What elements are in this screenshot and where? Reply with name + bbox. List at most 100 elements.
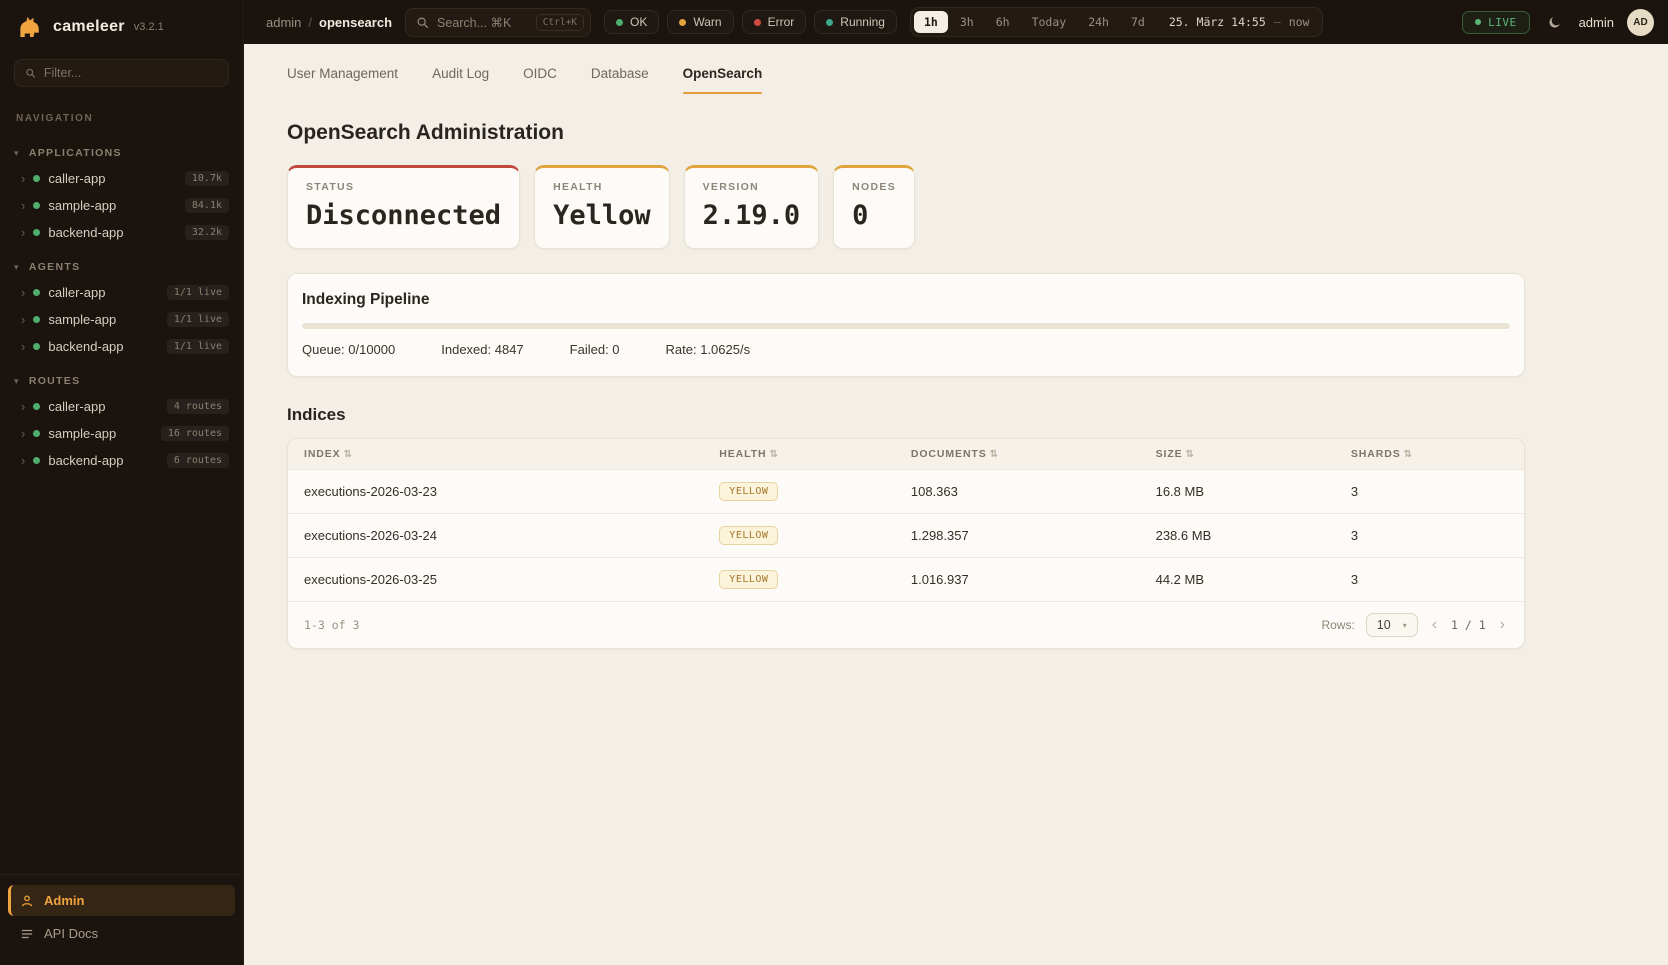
table-row[interactable]: executions-2026-03-23 YELLOW 108.363 16.…: [288, 470, 1524, 514]
section-title-applications[interactable]: ▾ APPLICATIONS: [0, 140, 243, 165]
tab-user-management[interactable]: User Management: [287, 66, 398, 83]
sidebar-item-label: API Docs: [44, 926, 98, 941]
cell-index: executions-2026-03-24: [288, 514, 703, 558]
filter-pill-ok[interactable]: OK: [604, 10, 659, 34]
status-dot-icon: [33, 430, 40, 437]
sidebar-item-api-docs[interactable]: API Docs: [8, 918, 235, 949]
live-label: LIVE: [1488, 16, 1517, 29]
tab-bar: User Management Audit Log OIDC Database …: [281, 64, 1525, 94]
pipeline-title: Indexing Pipeline: [302, 291, 1510, 309]
section-title-routes[interactable]: ▾ ROUTES: [0, 368, 243, 393]
column-header-health[interactable]: HEALTH⇅: [703, 439, 895, 470]
date-range-display[interactable]: 25. März 14:55 — now: [1169, 15, 1310, 29]
dark-mode-toggle[interactable]: [1543, 11, 1566, 34]
column-header-index[interactable]: INDEX⇅: [288, 439, 703, 470]
indices-table-card: INDEX⇅ HEALTH⇅ DOCUMENTS⇅ SIZE⇅ SHARDS⇅: [287, 438, 1525, 649]
nav-item-badge: 6 routes: [167, 453, 229, 468]
filter-pill-error[interactable]: Error: [742, 10, 807, 34]
column-header-documents[interactable]: DOCUMENTS⇅: [895, 439, 1140, 470]
cell-size: 16.8 MB: [1140, 470, 1335, 514]
sidebar-item-route-caller-app[interactable]: › caller-app 4 routes: [0, 393, 243, 420]
tab-opensearch[interactable]: OpenSearch: [683, 66, 763, 83]
caret-down-icon: ▾: [1403, 621, 1407, 630]
main-content: User Management Audit Log OIDC Database …: [244, 44, 1668, 965]
cell-shards: 3: [1335, 558, 1524, 602]
section-title-label: APPLICATIONS: [29, 147, 122, 159]
tab-oidc[interactable]: OIDC: [523, 66, 557, 83]
breadcrumb-separator: /: [308, 15, 312, 30]
nav-item-badge: 16 routes: [161, 426, 229, 441]
sort-icon: ⇅: [344, 449, 353, 460]
search-icon: [25, 67, 36, 79]
stat-card-health: HEALTH Yellow: [534, 165, 670, 249]
section-routes: ▾ ROUTES › caller-app 4 routes › sample-…: [0, 368, 243, 474]
sidebar-item-caller-app[interactable]: › caller-app 10.7k: [0, 165, 243, 192]
indices-table: INDEX⇅ HEALTH⇅ DOCUMENTS⇅ SIZE⇅ SHARDS⇅: [288, 439, 1524, 601]
time-range-1h[interactable]: 1h: [914, 11, 948, 33]
time-range-6h[interactable]: 6h: [986, 11, 1020, 33]
breadcrumb-parent[interactable]: admin: [266, 15, 301, 30]
breadcrumb: admin / opensearch: [266, 15, 392, 30]
table-header-row: INDEX⇅ HEALTH⇅ DOCUMENTS⇅ SIZE⇅ SHARDS⇅: [288, 439, 1524, 470]
sidebar-item-agent-backend-app[interactable]: › backend-app 1/1 live: [0, 333, 243, 360]
search-placeholder: Search... ⌘K: [437, 15, 511, 30]
active-tab-underline: [683, 92, 763, 94]
filter-pill-warn[interactable]: Warn: [667, 10, 733, 34]
nav-item-label: sample-app: [48, 426, 116, 441]
cell-index: executions-2026-03-23: [288, 470, 703, 514]
search-shortcut-badge: Ctrl+K: [536, 14, 584, 31]
section-title-agents[interactable]: ▾ AGENTS: [0, 254, 243, 279]
sidebar-item-agent-caller-app[interactable]: › caller-app 1/1 live: [0, 279, 243, 306]
table-row[interactable]: executions-2026-03-25 YELLOW 1.016.937 4…: [288, 558, 1524, 602]
time-range-24h[interactable]: 24h: [1078, 11, 1119, 33]
user-name[interactable]: admin: [1579, 15, 1614, 30]
column-header-shards[interactable]: SHARDS⇅: [1335, 439, 1524, 470]
sidebar-item-route-sample-app[interactable]: › sample-app 16 routes: [0, 420, 243, 447]
logo[interactable]: cameleer v3.2.1: [0, 0, 243, 45]
filter-pill-running[interactable]: Running: [814, 10, 897, 34]
next-page-button[interactable]: ›: [1497, 617, 1508, 633]
nav-item-label: backend-app: [48, 339, 123, 354]
status-dot-icon: [33, 403, 40, 410]
main-column: admin / opensearch Search... ⌘K Ctrl+K O…: [244, 0, 1668, 965]
sort-icon: ⇅: [990, 449, 999, 460]
sidebar-filter[interactable]: [14, 59, 229, 87]
global-search[interactable]: Search... ⌘K Ctrl+K: [405, 8, 591, 37]
sidebar-item-sample-app[interactable]: › sample-app 84.1k: [0, 192, 243, 219]
table-row[interactable]: executions-2026-03-24 YELLOW 1.298.357 2…: [288, 514, 1524, 558]
indices-title: Indices: [287, 405, 1525, 425]
sidebar-item-agent-sample-app[interactable]: › sample-app 1/1 live: [0, 306, 243, 333]
status-dot-icon: [826, 19, 833, 26]
section-title-label: ROUTES: [29, 375, 81, 387]
time-range-3h[interactable]: 3h: [950, 11, 984, 33]
nav-item-label: caller-app: [48, 285, 105, 300]
filter-input[interactable]: [44, 66, 218, 80]
sidebar-item-backend-app[interactable]: › backend-app 32.2k: [0, 219, 243, 246]
chevron-right-icon: ›: [21, 172, 25, 185]
sidebar-item-route-backend-app[interactable]: › backend-app 6 routes: [0, 447, 243, 474]
nav-item-badge: 1/1 live: [167, 312, 229, 327]
live-toggle[interactable]: LIVE: [1462, 11, 1530, 34]
stat-card-status: STATUS Disconnected: [287, 165, 520, 249]
prev-page-button[interactable]: ‹: [1429, 617, 1440, 633]
status-dot-icon: [754, 19, 761, 26]
stat-card-value: Yellow: [553, 200, 651, 231]
rows-per-page-select[interactable]: 10 ▾: [1366, 613, 1418, 637]
stat-card-value: Disconnected: [306, 200, 501, 231]
chevron-right-icon: ›: [21, 199, 25, 212]
nav-item-label: caller-app: [48, 399, 105, 414]
time-range-7d[interactable]: 7d: [1121, 11, 1155, 33]
status-dot-icon: [33, 457, 40, 464]
tab-database[interactable]: Database: [591, 66, 649, 83]
tab-audit-log[interactable]: Audit Log: [432, 66, 489, 83]
docs-icon: [20, 927, 34, 941]
avatar[interactable]: AD: [1627, 9, 1654, 36]
cell-size: 238.6 MB: [1140, 514, 1335, 558]
sidebar-item-admin[interactable]: Admin: [8, 885, 235, 916]
column-header-size[interactable]: SIZE⇅: [1140, 439, 1335, 470]
time-range-today[interactable]: Today: [1022, 11, 1077, 33]
indexing-pipeline-card: Indexing Pipeline Queue: 0/10000 Indexed…: [287, 273, 1525, 377]
pipeline-stat-rate: Rate: 1.0625/s: [666, 342, 751, 357]
health-badge: YELLOW: [719, 570, 778, 589]
status-dot-icon: [33, 229, 40, 236]
